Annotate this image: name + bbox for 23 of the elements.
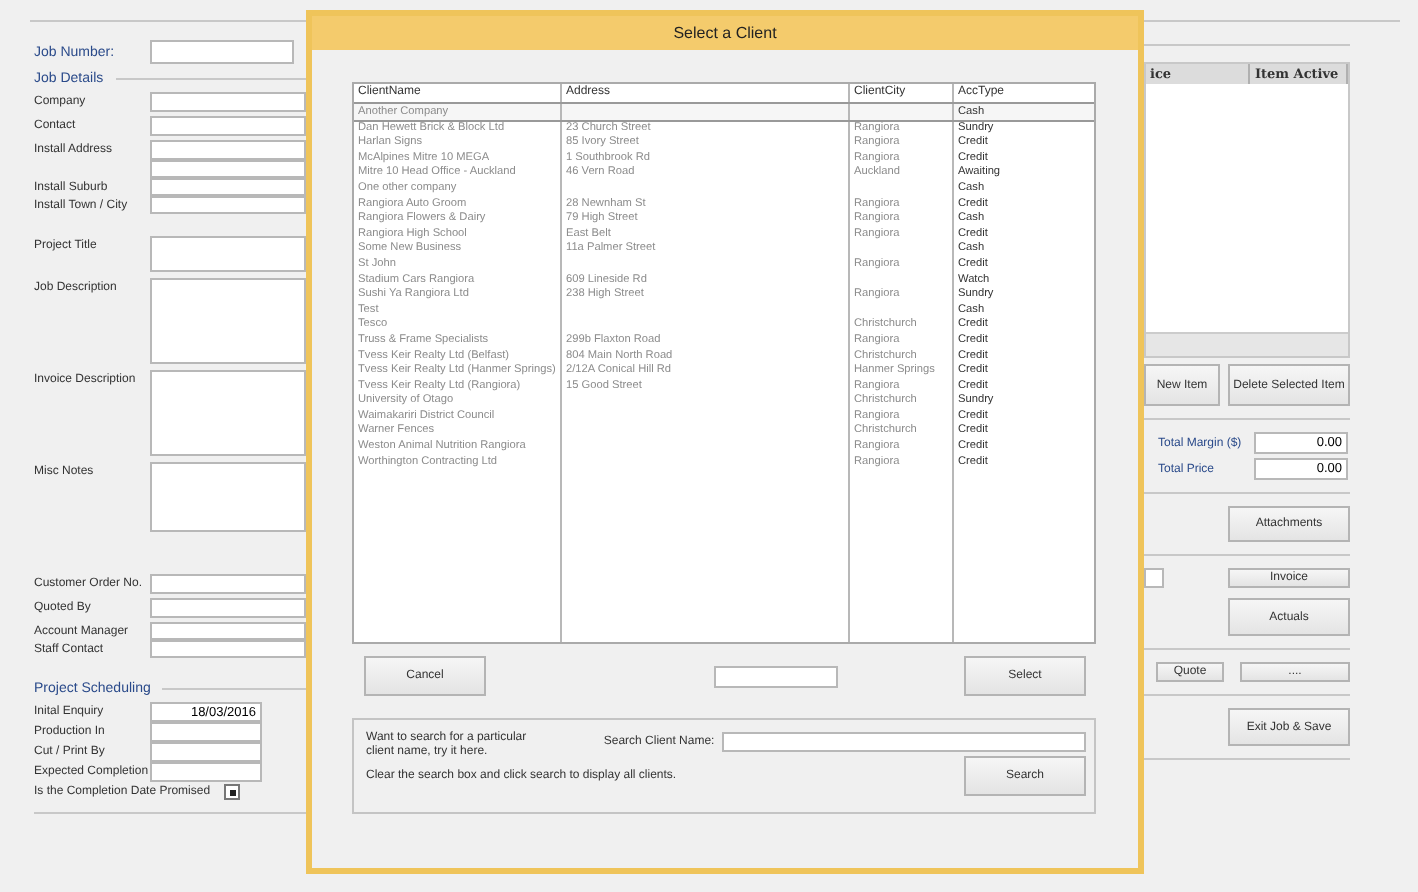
- text-field[interactable]: [150, 598, 306, 618]
- checkbox[interactable]: [224, 784, 240, 800]
- text-field[interactable]: [713, 665, 837, 687]
- text-field[interactable]: [150, 278, 306, 364]
- date-field[interactable]: [150, 722, 262, 742]
- search-field[interactable]: [722, 732, 1086, 752]
- date-field[interactable]: [150, 762, 262, 782]
- text-field[interactable]: [150, 370, 306, 456]
- text-field[interactable]: [150, 178, 306, 196]
- text-field[interactable]: [150, 640, 306, 658]
- date-field[interactable]: [150, 742, 262, 762]
- text-field[interactable]: [150, 116, 306, 136]
- text-field[interactable]: [150, 622, 306, 640]
- text-field[interactable]: [150, 574, 306, 594]
- dialog-title: Select a Client: [312, 16, 1138, 50]
- text-field[interactable]: [150, 140, 306, 160]
- text-field[interactable]: [150, 92, 306, 112]
- text-field[interactable]: [150, 160, 306, 178]
- text-field[interactable]: [150, 196, 306, 214]
- text-field[interactable]: [150, 462, 306, 532]
- job-number-field[interactable]: [150, 40, 294, 64]
- text-field[interactable]: [150, 236, 306, 272]
- text-field[interactable]: [1144, 568, 1164, 588]
